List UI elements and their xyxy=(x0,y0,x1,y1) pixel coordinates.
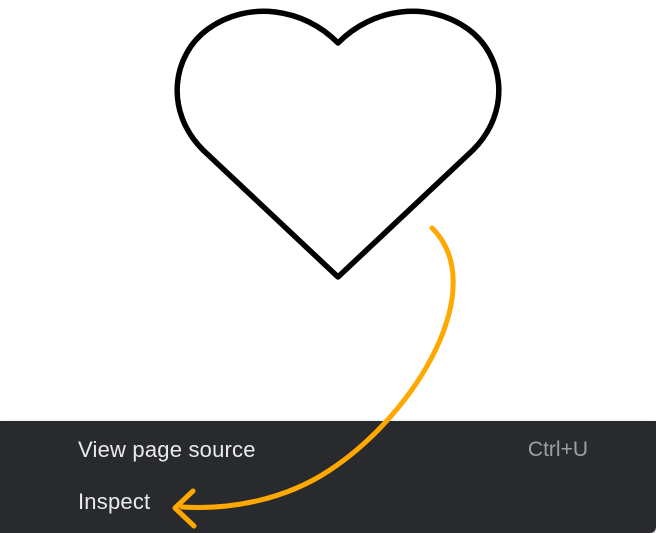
menu-item-shortcut: Ctrl+U xyxy=(527,438,588,461)
menu-item-label: Inspect xyxy=(78,489,151,514)
context-menu: View page source Ctrl+U Inspect xyxy=(0,421,656,533)
menu-item-inspect[interactable]: Inspect xyxy=(0,476,656,528)
menu-item-label: View page source xyxy=(78,437,256,462)
menu-item-view-page-source[interactable]: View page source Ctrl+U xyxy=(0,424,656,476)
